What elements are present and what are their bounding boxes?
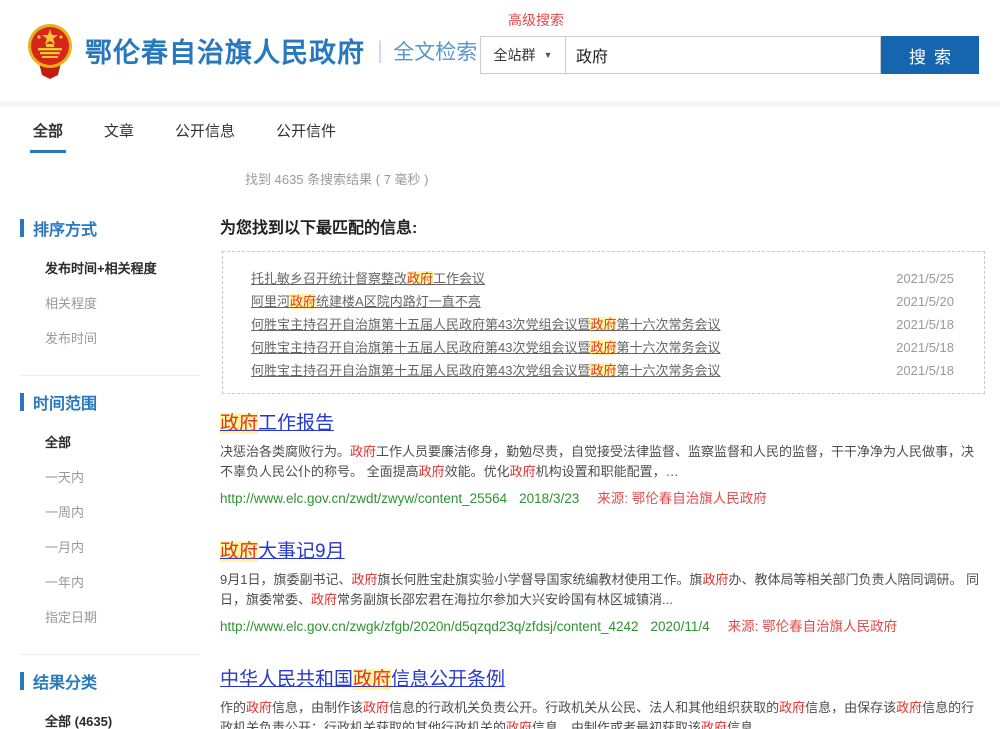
time-range-section: 时间范围 全部 一天内 一周内 一月内 一年内 指定日期: [20, 390, 200, 655]
result-snippet: 作的政府信息，由制作该政府信息的行政机关负责公开。行政机关从公民、法人和其他组织…: [220, 698, 985, 729]
accent-bar: [20, 393, 24, 411]
time-item-custom-date[interactable]: 指定日期: [45, 607, 200, 626]
match-date: 2021/5/18: [884, 336, 954, 359]
match-link[interactable]: 阿里河政府统建楼A区院内路灯一直不亮: [251, 290, 481, 313]
tab-public-letters[interactable]: 公开信件: [273, 120, 339, 153]
accent-bar: [20, 672, 24, 690]
match-date: 2021/5/18: [884, 359, 954, 382]
match-row: 何胜宝主持召开自治旗第十五届人民政府第43次党组会议暨政府第十六次常务会议 20…: [251, 313, 954, 336]
search-bar: 全站群 ▼ 搜索: [480, 36, 979, 74]
result-source: 来源: 鄂伦春自治旗人民政府: [597, 487, 767, 507]
result-source: 来源: 鄂伦春自治旗人民政府: [728, 615, 898, 635]
tab-articles[interactable]: 文章: [101, 120, 137, 153]
search-result: 政府工作报告 决惩治各类腐败行为。政府工作人员要廉洁修身，勤勉尽责，自觉接受法律…: [220, 408, 985, 507]
category-item-all[interactable]: 全部 (4635): [45, 711, 200, 729]
match-link[interactable]: 何胜宝主持召开自治旗第十五届人民政府第43次党组会议暨政府第十六次常务会议: [251, 359, 721, 382]
time-item-year[interactable]: 一年内: [45, 572, 200, 591]
match-link[interactable]: 何胜宝主持召开自治旗第十五届人民政府第43次党组会议暨政府第十六次常务会议: [251, 336, 721, 359]
sort-item-relevance[interactable]: 相关程度: [45, 293, 200, 312]
time-item-week[interactable]: 一周内: [45, 502, 200, 521]
result-meta: http://www.elc.gov.cn/zwdt/zwyw/content_…: [220, 487, 985, 507]
match-date: 2021/5/25: [884, 267, 954, 290]
match-date: 2021/5/20: [884, 290, 954, 313]
search-result: 中华人民共和国政府信息公开条例 作的政府信息，由制作该政府信息的行政机关负责公开…: [220, 664, 985, 729]
site-title: 鄂伦春自治旗人民政府: [85, 31, 365, 70]
accent-bar: [20, 219, 24, 237]
result-title-link[interactable]: 政府工作报告: [220, 408, 334, 435]
search-button[interactable]: 搜索: [881, 36, 979, 74]
site-subtitle: 全文检索: [393, 36, 477, 66]
chevron-down-icon: ▼: [544, 50, 553, 60]
result-date: 2018/3/23: [519, 491, 579, 506]
sort-section-heading: 排序方式: [20, 216, 200, 240]
search-scope-select[interactable]: 全站群 ▼: [480, 36, 566, 74]
result-type-tabbar: 全部 文章 公开信息 公开信件: [0, 101, 1000, 153]
sort-item-time-relevance[interactable]: 发布时间+相关程度: [45, 258, 200, 277]
category-heading: 结果分类: [20, 669, 200, 693]
time-item-day[interactable]: 一天内: [45, 467, 200, 486]
title-divider: |: [377, 37, 383, 65]
search-results-page: 鄂伦春自治旗人民政府 | 全文检索 全站群 ▼ 搜索 高级搜索 全部 文章 公开…: [0, 0, 1000, 729]
time-item-month[interactable]: 一月内: [45, 537, 200, 556]
search-scope-value: 全站群: [494, 45, 536, 65]
match-row: 阿里河政府统建楼A区院内路灯一直不亮 2021/5/20: [251, 290, 954, 313]
match-row: 何胜宝主持召开自治旗第十五届人民政府第43次党组会议暨政府第十六次常务会议 20…: [251, 359, 954, 382]
result-snippet: 决惩治各类腐败行为。政府工作人员要廉洁修身，勤勉尽责，自觉接受法律监督、监察监督…: [220, 442, 985, 482]
filter-sidebar: 排序方式 发布时间+相关程度 相关程度 发布时间 时间范围 全部 一天内 一周内…: [0, 188, 200, 729]
sort-item-time[interactable]: 发布时间: [45, 328, 200, 347]
result-url: http://www.elc.gov.cn/zwdt/zwyw/content_…: [220, 491, 507, 506]
result-snippet: 9月1日，旗委副书记、政府旗长何胜宝赴旗实验小学督导国家统编教材使用工作。旗政府…: [220, 570, 985, 610]
advanced-search-link[interactable]: 高级搜索: [508, 10, 564, 30]
result-meta: http://www.elc.gov.cn/zwgk/zfgb/2020n/d5…: [220, 615, 985, 635]
tab-public-info[interactable]: 公开信息: [172, 120, 238, 153]
results-summary: 找到 4635 条搜索结果 ( 7 毫秒 ): [245, 169, 1000, 188]
result-date: 2020/11/4: [651, 619, 710, 634]
match-date: 2021/5/18: [884, 313, 954, 336]
category-section: 结果分类 全部 (4635) 文章 (2992) 公开信息 (1630) 公开信…: [20, 669, 200, 729]
search-result: 政府大事记9月 9月1日，旗委副书记、政府旗长何胜宝赴旗实验小学督导国家统编教材…: [220, 536, 985, 635]
match-row: 何胜宝主持召开自治旗第十五届人民政府第43次党组会议暨政府第十六次常务会议 20…: [251, 336, 954, 359]
time-range-heading: 时间范围: [20, 390, 200, 414]
match-link[interactable]: 何胜宝主持召开自治旗第十五届人民政府第43次党组会议暨政府第十六次常务会议: [251, 313, 721, 336]
content-area: 排序方式 发布时间+相关程度 相关程度 发布时间 时间范围 全部 一天内 一周内…: [0, 188, 1000, 729]
site-header: 鄂伦春自治旗人民政府 | 全文检索 全站群 ▼ 搜索 高级搜索: [0, 0, 1000, 101]
result-title-link[interactable]: 政府大事记9月: [220, 536, 345, 563]
sort-section: 排序方式 发布时间+相关程度 相关程度 发布时间: [20, 216, 200, 376]
tab-all[interactable]: 全部: [30, 120, 66, 153]
search-input[interactable]: [566, 36, 881, 74]
national-emblem-logo: [25, 23, 75, 79]
best-match-box: 托扎敏乡召开统计督察整改政府工作会议 2021/5/25 阿里河政府统建楼A区院…: [222, 251, 985, 394]
result-url: http://www.elc.gov.cn/zwgk/zfgb/2020n/d5…: [220, 619, 639, 634]
best-match-heading: 为您找到以下最匹配的信息:: [220, 214, 985, 238]
time-item-all[interactable]: 全部: [45, 432, 200, 451]
match-row: 托扎敏乡召开统计督察整改政府工作会议 2021/5/25: [251, 267, 954, 290]
match-link[interactable]: 托扎敏乡召开统计督察整改政府工作会议: [251, 267, 485, 290]
results-main: 为您找到以下最匹配的信息: 托扎敏乡召开统计督察整改政府工作会议 2021/5/…: [200, 188, 1000, 729]
result-title-link[interactable]: 中华人民共和国政府信息公开条例: [220, 664, 505, 691]
